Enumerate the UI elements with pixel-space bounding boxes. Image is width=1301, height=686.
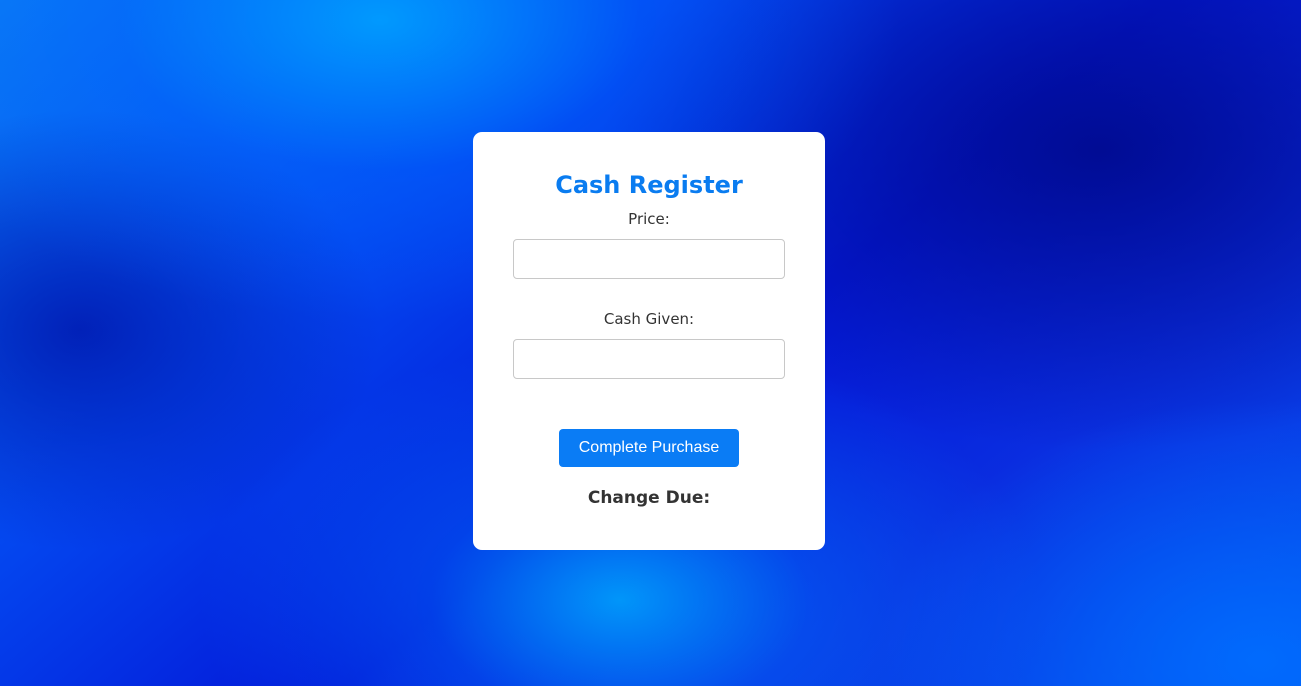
price-label: Price: [628,210,670,228]
price-input[interactable] [513,239,785,279]
page-title: Cash Register [555,171,743,199]
change-due-label: Change Due: [587,488,711,508]
cash-register-card: Cash Register Price: Cash Given: Complet… [473,132,825,550]
cash-given-label: Cash Given: [603,310,695,328]
complete-purchase-button[interactable]: Complete Purchase [559,429,739,467]
cash-given-input[interactable] [513,339,785,379]
